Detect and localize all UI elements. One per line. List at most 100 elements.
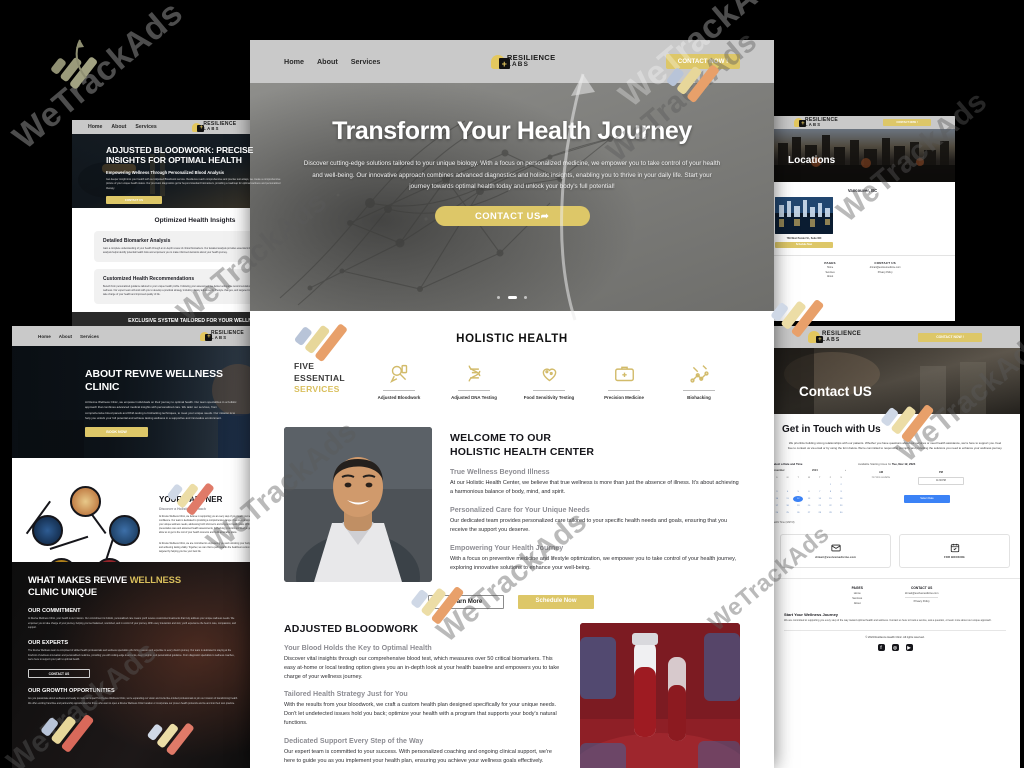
tl-contact-button[interactable]: CONTACT US	[106, 196, 162, 205]
main-nav[interactable]: Home About Services	[284, 57, 380, 66]
service-item[interactable]: Biohacking	[668, 361, 730, 401]
tr-footer-link[interactable]: Services	[824, 271, 835, 274]
day[interactable]: 30	[836, 510, 846, 516]
br-footer-email[interactable]: drmari@evolvemedicine.com	[904, 592, 939, 598]
calendar-grid[interactable]: S M T W T F S 12 345 6789 10 11 12 13 14…	[772, 475, 846, 516]
day-selected[interactable]: 12	[793, 495, 804, 502]
select-date-button[interactable]: Select Date	[904, 494, 950, 503]
hero-carousel-dots[interactable]	[250, 286, 774, 304]
day[interactable]: 8	[826, 489, 836, 495]
timezone-select[interactable]: Pacific Time (GMT-8)	[772, 521, 846, 524]
day[interactable]: 7	[815, 489, 825, 495]
br-footer-link[interactable]: Home	[852, 592, 863, 595]
social-links[interactable]: f ◎ ▶	[770, 644, 1020, 652]
brand-logo[interactable]: RESILIENCE LABS	[199, 330, 244, 341]
slots-pm-header: PM	[939, 470, 943, 474]
youtube-icon[interactable]: ▶	[905, 644, 913, 652]
time-slots[interactable]: Available Starting times for Tue, Nov 12…	[854, 462, 1020, 524]
service-item[interactable]: Precision Medicine	[593, 361, 655, 401]
facebook-icon[interactable]: f	[877, 644, 885, 652]
day[interactable]: 9	[836, 489, 846, 495]
nav-item-home[interactable]: Home	[88, 124, 102, 130]
slot-option[interactable]: 11:30 PM	[918, 476, 964, 485]
main-hero-cta-button[interactable]: CONTACT US➦	[434, 205, 590, 226]
br-footer-link[interactable]: About	[852, 602, 863, 605]
logo-name-2: LABS	[822, 336, 841, 343]
tr-footer-link[interactable]: About	[824, 275, 835, 278]
divider	[608, 390, 640, 391]
service-item[interactable]: Adjusted DNA Testing	[443, 361, 505, 401]
tr-schedule-button[interactable]: Schedule Now	[775, 242, 833, 248]
day[interactable]: 4	[783, 489, 793, 495]
tr-footer-email[interactable]: drmari@evolvemedicine.com	[870, 266, 901, 269]
day[interactable]: 25	[783, 510, 793, 516]
tr-contact-now-button[interactable]: CONTACT NOW !	[883, 119, 931, 126]
day[interactable]: 16	[836, 496, 846, 502]
day[interactable]: 27	[804, 510, 814, 516]
day[interactable]: 29	[826, 510, 836, 516]
service-item[interactable]: Adjusted Bloodwork	[368, 361, 430, 401]
brand-logo[interactable]: RESILIENCE LABS	[808, 331, 861, 344]
calendar[interactable]: Select a Date and Time November 2024 › S…	[772, 462, 846, 524]
nav-item-about[interactable]: About	[59, 334, 72, 339]
email-icon	[830, 544, 841, 552]
calendar-next-icon[interactable]: ›	[845, 469, 846, 472]
brand-logo[interactable]: RESILIENCE LABS	[794, 117, 838, 128]
day[interactable]: 13	[804, 496, 814, 502]
welcome-learn-more-button[interactable]: Learn More	[428, 594, 504, 609]
day[interactable]: 1	[826, 482, 836, 488]
brand-logo[interactable]: RESILIENCE LABS	[490, 54, 556, 70]
welcome-schedule-now-button[interactable]: Schedule Now	[518, 594, 594, 609]
ml-nav[interactable]: Home About Services	[38, 334, 99, 339]
br-footer-privacy[interactable]: Privacy Policy	[905, 600, 938, 603]
day[interactable]: 22	[826, 503, 836, 509]
instagram-icon[interactable]: ◎	[891, 644, 899, 652]
tr-footer-link[interactable]: Home	[824, 266, 835, 269]
nav-item-services[interactable]: Services	[135, 124, 156, 130]
welcome-block-body: At our Holistic Health Center, we believ…	[450, 480, 739, 495]
nav-item-home[interactable]: Home	[38, 334, 51, 339]
day[interactable]: 23	[836, 503, 846, 509]
dot-active[interactable]	[507, 296, 517, 299]
day[interactable]: 28	[815, 510, 825, 516]
day[interactable]: 11	[783, 496, 793, 502]
day[interactable]: 18	[783, 503, 793, 509]
nav-item-home[interactable]: Home	[284, 57, 304, 66]
day[interactable]: 20	[804, 503, 814, 509]
tl-nav[interactable]: Home About Services	[88, 124, 157, 130]
page-about-revive-wellness[interactable]: Home About Services RESILIENCE LABS	[12, 326, 270, 768]
contact-card-email[interactable]: drmari@evolvemedicine.com	[780, 533, 891, 568]
brand-logo[interactable]: RESILIENCE LABS	[192, 121, 236, 132]
tr-footer-privacy[interactable]: Privacy Policy	[870, 271, 901, 274]
day[interactable]: 5	[793, 489, 803, 495]
ml-book-now-button[interactable]: BOOK NOW	[85, 427, 148, 438]
day[interactable]: 14	[815, 496, 825, 502]
page-contact-us[interactable]: RESILIENCE LABS CONTACT NOW ! Contact US…	[770, 326, 1020, 768]
br-footer-link[interactable]: Services	[852, 597, 863, 600]
day[interactable]: 6	[804, 489, 814, 495]
ml-contact-us-button[interactable]: CONTACT US	[28, 669, 90, 679]
location-card[interactable]: 789 West Pender St., Suite 660 Schedule …	[775, 197, 833, 248]
bloodwork-block-heading: Tailored Health Strategy Just for You	[284, 690, 408, 699]
dot[interactable]	[523, 296, 527, 299]
nav-item-services[interactable]: Services	[351, 57, 381, 66]
nav-item-about[interactable]: About	[317, 57, 338, 66]
day[interactable]: 19	[793, 503, 803, 509]
day[interactable]: 26	[793, 510, 803, 516]
day[interactable]: 15	[826, 496, 836, 502]
nav-item-services[interactable]: Services	[80, 334, 99, 339]
dot[interactable]	[497, 296, 501, 299]
main-contact-now-button[interactable]: CONTACT NOW !	[666, 54, 740, 69]
dow: F	[829, 476, 832, 479]
page-home-main[interactable]: Home About Services RESILIENCE LABS CONT…	[250, 40, 774, 768]
br-contact-now-button[interactable]: CONTACT NOW !	[918, 332, 982, 342]
page-locations[interactable]: RESILIENCE LABS CONTACT NOW !	[770, 116, 955, 321]
nav-item-about[interactable]: About	[111, 124, 126, 130]
ml-partner-subtitle: Discover a Holistic Approach	[159, 507, 206, 511]
dow: T	[819, 476, 821, 479]
day[interactable]: 21	[815, 503, 825, 509]
contact-card-booking[interactable]: FOR BOOKING	[899, 533, 1010, 568]
day[interactable]: 2	[836, 482, 846, 488]
service-item[interactable]: Food Sensitivity Testing	[518, 361, 580, 401]
booking-widget[interactable]: Select a Date and Time November 2024 › S…	[770, 452, 1020, 524]
